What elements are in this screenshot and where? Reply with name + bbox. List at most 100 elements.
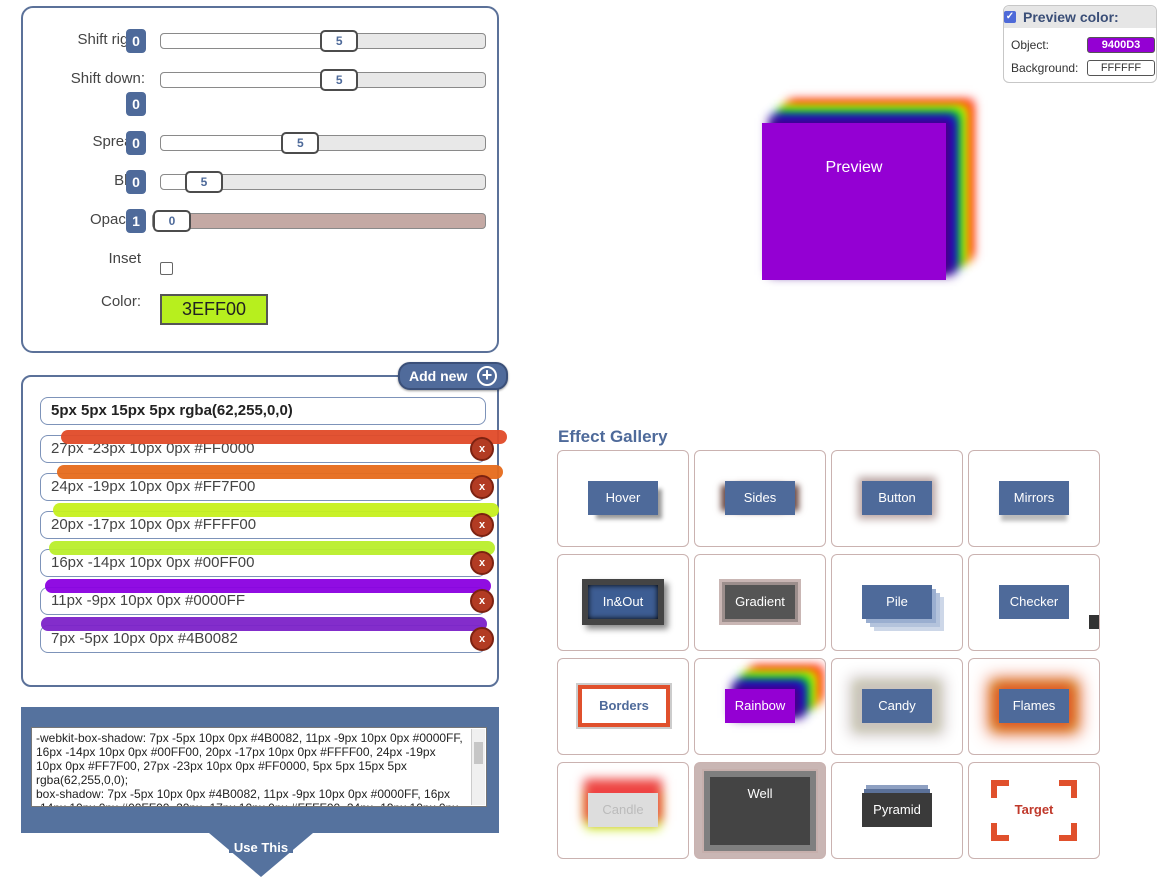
preview-color-panel: ✓ Preview color: Object: 9400D3 Backgrou… <box>1003 5 1157 83</box>
spread-slider[interactable]: 5 <box>160 132 486 154</box>
shift-right-thumb[interactable]: 5 <box>320 30 359 52</box>
spread-value: 0 <box>126 131 146 155</box>
spread-thumb[interactable]: 5 <box>281 132 320 154</box>
add-new-button[interactable]: Add new + <box>398 362 508 390</box>
shadow-controls-panel: Shift right: 0 5 Shift down: 0 5 Spread:… <box>21 6 499 353</box>
gallery-tile-pyramid[interactable]: Pyramid <box>831 762 963 859</box>
code-panel: -webkit-box-shadow: 7px -5px 10px 0px #4… <box>21 707 499 833</box>
gallery-tile-label: Sides <box>725 481 795 515</box>
background-color-label: Background: <box>1011 61 1079 75</box>
blur-thumb[interactable]: 5 <box>185 171 223 193</box>
shift-down-row: Shift down: 0 5 <box>23 66 501 116</box>
gallery-tile-candy[interactable]: Candy <box>831 658 963 755</box>
gallery-tile-rainbow[interactable]: Rainbow <box>694 658 826 755</box>
preview-label: Preview <box>825 159 883 176</box>
gallery-tile-label: In&Out <box>588 585 658 619</box>
gallery-tile-label: Flames <box>999 689 1069 723</box>
gallery-tile-checker[interactable]: Checker <box>968 554 1100 651</box>
shift-down-fill <box>161 73 340 87</box>
opacity-row: Opacity: 1 0 <box>23 207 501 235</box>
inset-label: Inset <box>108 250 141 267</box>
gallery-tile-in-out[interactable]: In&Out <box>557 554 689 651</box>
spread-row: Spread: 0 5 <box>23 129 501 157</box>
preview-box: Preview <box>762 123 946 280</box>
shift-down-thumb[interactable]: 5 <box>320 69 359 91</box>
gallery-tile-label: Rainbow <box>725 689 795 723</box>
gallery-tile-well[interactable]: Well <box>694 762 826 859</box>
layer-shadow-stripe <box>61 430 507 444</box>
gallery-tile-mirrors[interactable]: Mirrors <box>968 450 1100 547</box>
css-code-text: -webkit-box-shadow: 7px -5px 10px 0px #4… <box>36 731 463 806</box>
gallery-tile-label: Mirrors <box>999 481 1069 515</box>
gallery-tile-hover[interactable]: Hover <box>557 450 689 547</box>
opacity-value: 1 <box>126 209 146 233</box>
target-corner <box>991 780 1009 798</box>
gallery-tile-gradient[interactable]: Gradient <box>694 554 826 651</box>
blur-slider[interactable]: 5 <box>160 171 486 193</box>
object-color-input[interactable]: 9400D3 <box>1087 37 1155 53</box>
color-input[interactable]: 3EFF00 <box>160 294 268 325</box>
background-color-input[interactable]: FFFFFF <box>1087 60 1155 76</box>
layer-row[interactable]: 5px 5px 15px 5px rgba(62,255,0,0) <box>40 397 486 425</box>
blur-row: Blur: 0 5 <box>23 168 501 196</box>
layer-shadow-stripe <box>57 465 503 479</box>
layer-shadow-stripe <box>49 541 495 555</box>
layer-shadow-stripe <box>41 617 487 631</box>
object-color-label: Object: <box>1011 38 1050 52</box>
gallery-tile-label: Candy <box>862 689 932 723</box>
shadow-layers-panel: 5px 5px 15px 5px rgba(62,255,0,0) 27px -2… <box>21 375 507 687</box>
gallery-tile-label: Hover <box>588 481 658 515</box>
target-corner <box>1059 780 1077 798</box>
gallery-tile-borders[interactable]: Borders <box>557 658 689 755</box>
shift-right-row: Shift right: 0 5 <box>23 27 501 55</box>
inset-checkbox[interactable] <box>160 262 173 275</box>
target-corner <box>1059 823 1077 841</box>
shift-down-slider[interactable]: 5 <box>160 69 486 91</box>
spread-fill <box>161 136 301 150</box>
gallery-tile-sides[interactable]: Sides <box>694 450 826 547</box>
preview-color-title: Preview color: <box>1023 9 1119 25</box>
gallery-tile-label: Pyramid <box>862 793 932 827</box>
gallery-tile-flames[interactable]: Flames <box>968 658 1100 755</box>
remove-layer-button[interactable]: x <box>470 513 494 537</box>
gallery-tile-label: Button <box>862 481 932 515</box>
gallery-tile-label: Candle <box>588 793 658 827</box>
remove-layer-button[interactable]: x <box>470 475 494 499</box>
gallery-tile-label: Borders <box>582 689 666 723</box>
use-this-label: Use This <box>233 840 289 855</box>
code-scrollbar-thumb[interactable] <box>474 742 483 764</box>
gallery-tile-pile[interactable]: Pile <box>831 554 963 651</box>
remove-layer-button[interactable]: x <box>470 551 494 575</box>
gallery-tile-label: Pile <box>862 585 932 619</box>
blur-value: 0 <box>126 170 146 194</box>
remove-layer-button[interactable]: x <box>470 589 494 613</box>
gallery-tile-target[interactable]: Target <box>968 762 1100 859</box>
opacity-slider[interactable]: 0 <box>152 210 486 232</box>
shift-down-label: Shift down: <box>70 70 145 87</box>
target-corner <box>991 823 1009 841</box>
gallery-tile-button[interactable]: Button <box>831 450 963 547</box>
gallery-tile-label: Target <box>999 793 1069 827</box>
use-this-button[interactable]: Use This <box>209 833 313 877</box>
shift-right-value: 0 <box>126 29 146 53</box>
shift-down-value: 0 <box>126 92 146 116</box>
color-label: Color: <box>100 293 141 310</box>
css-code-textarea[interactable]: -webkit-box-shadow: 7px -5px 10px 0px #4… <box>31 727 487 807</box>
plus-icon: + <box>477 366 497 386</box>
opacity-thumb[interactable]: 0 <box>153 210 191 232</box>
gallery-tile-label: Gradient <box>725 585 795 619</box>
shift-right-slider[interactable]: 5 <box>160 30 486 52</box>
layer-shadow-stripe <box>53 503 499 517</box>
layer-shadow-stripe <box>45 579 491 593</box>
gallery-tile-label: Well <box>710 777 810 845</box>
preview-color-header: ✓ Preview color: <box>1004 6 1156 28</box>
effect-gallery-title: Effect Gallery <box>558 427 668 446</box>
shift-right-fill <box>161 34 340 48</box>
add-new-label: Add new <box>409 368 468 384</box>
gallery-tile-candle[interactable]: Candle <box>557 762 689 859</box>
preview-color-checkbox[interactable]: ✓ <box>1004 11 1016 23</box>
remove-layer-button[interactable]: x <box>470 627 494 651</box>
code-scrollbar[interactable] <box>471 729 485 805</box>
gallery-tile-label: Checker <box>999 585 1069 619</box>
remove-layer-button[interactable]: x <box>470 437 494 461</box>
